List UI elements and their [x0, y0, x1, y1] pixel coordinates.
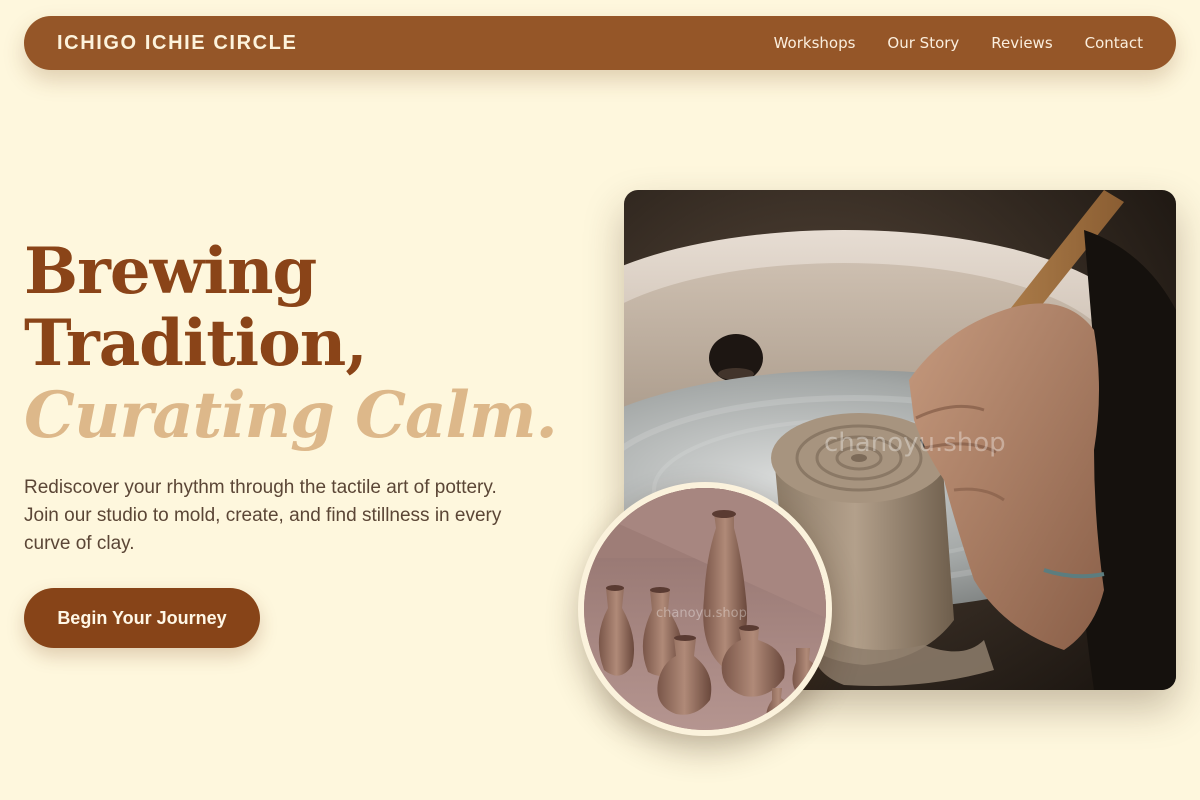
brand-logo-text[interactable]: ICHIGO ICHIE CIRCLE [57, 32, 297, 55]
hero-title-line-3: Curating Calm. [24, 378, 558, 453]
nav-link-our-story[interactable]: Our Story [887, 34, 959, 52]
hero-title-line-1: Brewing [24, 234, 317, 309]
top-navbar: ICHIGO ICHIE CIRCLE Workshops Our Story … [24, 16, 1176, 70]
nav-link-workshops[interactable]: Workshops [774, 34, 856, 52]
begin-journey-button[interactable]: Begin Your Journey [24, 588, 260, 648]
hero-description: Rediscover your rhythm through the tacti… [24, 477, 502, 554]
nav-links: Workshops Our Story Reviews Contact [774, 34, 1143, 52]
page: ICHIGO ICHIE CIRCLE Workshops Our Story … [0, 0, 1200, 800]
nav-link-reviews[interactable]: Reviews [991, 34, 1052, 52]
inset-photo-watermark: chanoyu.shop [656, 606, 747, 621]
nav-link-contact[interactable]: Contact [1085, 34, 1143, 52]
photo-watermark: chanoyu.shop [824, 428, 1006, 458]
hero-title: Brewing Tradition, Curating Calm. [24, 236, 584, 452]
hero-title-line-2: Tradition, [24, 306, 368, 381]
ceramic-vases-photo: chanoyu.shop [578, 482, 832, 736]
